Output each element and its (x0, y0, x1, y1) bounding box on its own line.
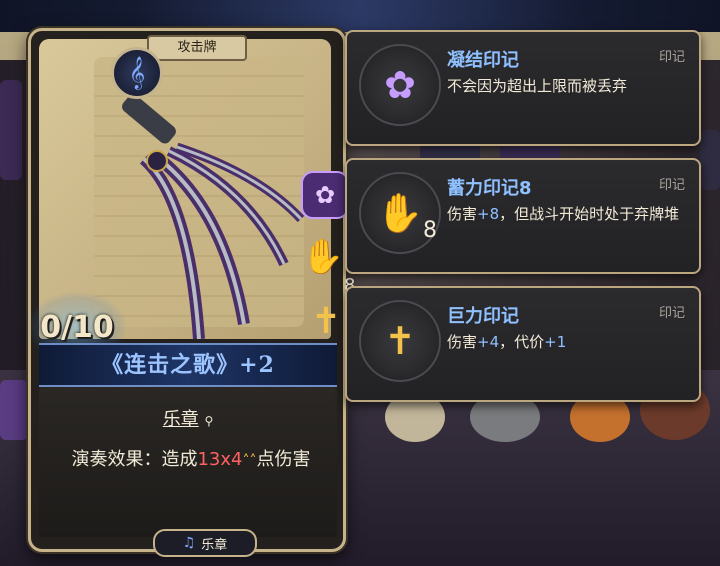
card-title: 《连击之歌》+2 (39, 343, 337, 387)
keyword-link[interactable]: 乐章 (163, 409, 199, 430)
body-bonus: +4 (477, 333, 500, 351)
keyword-line: 乐章 ⚲ (39, 405, 337, 431)
panel-title: 巨力印记 (447, 306, 519, 327)
brain-sigil-icon[interactable]: ✿ (301, 171, 349, 219)
body-text: 伤害 (447, 333, 478, 351)
music-note-icon: ♫ (182, 535, 196, 551)
panel-category: 印记 (658, 50, 685, 65)
panel-body: 伤害+8，但战斗开始时处于弃牌堆 (447, 202, 687, 226)
effect-suffix: 点伤害 (256, 449, 311, 470)
panel-number: 8 (423, 218, 437, 243)
treble-clef-icon: 𝄞 (111, 47, 163, 99)
panel-title: 凝结印记 (447, 50, 519, 71)
body-text: ，代价 (499, 333, 545, 351)
body-bonus: +1 (544, 333, 567, 351)
magnifier-icon: ⚲ (204, 414, 214, 428)
attack-card[interactable]: 攻击牌 𝄞 0/10 ✿ ✋ 8 ✝ 《连击之歌》+2 乐章 ⚲ 演奏效果：造成… (28, 28, 355, 557)
panel-body: 伤害+4，代价+1 (447, 330, 687, 354)
upgrade-chevron-icon: ˄˄ (242, 453, 257, 469)
body-text: ，但战斗开始时处于弃牌堆 (499, 205, 680, 223)
card-description: 乐章 ⚲ 演奏效果：造成13x4˄˄点伤害 (39, 387, 337, 537)
card-type-label: 攻击牌 (147, 35, 247, 61)
panel-body: 不会因为超出上限而被丢弃 (447, 77, 628, 95)
body-text: 伤害 (447, 205, 478, 223)
card-tag[interactable]: ♫ 乐章 (153, 529, 257, 557)
background-card (0, 80, 22, 180)
sword-icon: ✝ (359, 300, 441, 382)
brain-sigil-icon: ✿ (359, 44, 441, 126)
sigil-panel-condense: ✿ 凝结印记 印记 不会因为超出上限而被丢弃 (345, 30, 701, 146)
effect-prefix: 演奏效果：造成 (71, 449, 198, 470)
deck-pile[interactable] (0, 380, 28, 440)
card-tag-label: 乐章 (201, 537, 228, 553)
panel-category: 印记 (658, 306, 685, 321)
effect-damage: 13x4 (197, 449, 243, 470)
background-card (700, 130, 720, 190)
sword-icon[interactable]: ✝ (311, 293, 341, 349)
panel-title: 蓄力印记8 (447, 178, 532, 199)
effect-text: 演奏效果：造成13x4˄˄点伤害 (51, 445, 331, 476)
panel-category: 印记 (658, 178, 685, 193)
body-bonus: +8 (477, 205, 500, 223)
claw-icon[interactable]: ✋ (302, 231, 344, 283)
sigil-panel-charge: ✋ 8 蓄力印记8 印记 伤害+8，但战斗开始时处于弃牌堆 (345, 158, 701, 274)
sigil-panel-power: ✝ 巨力印记 印记 伤害+4，代价+1 (345, 286, 701, 402)
